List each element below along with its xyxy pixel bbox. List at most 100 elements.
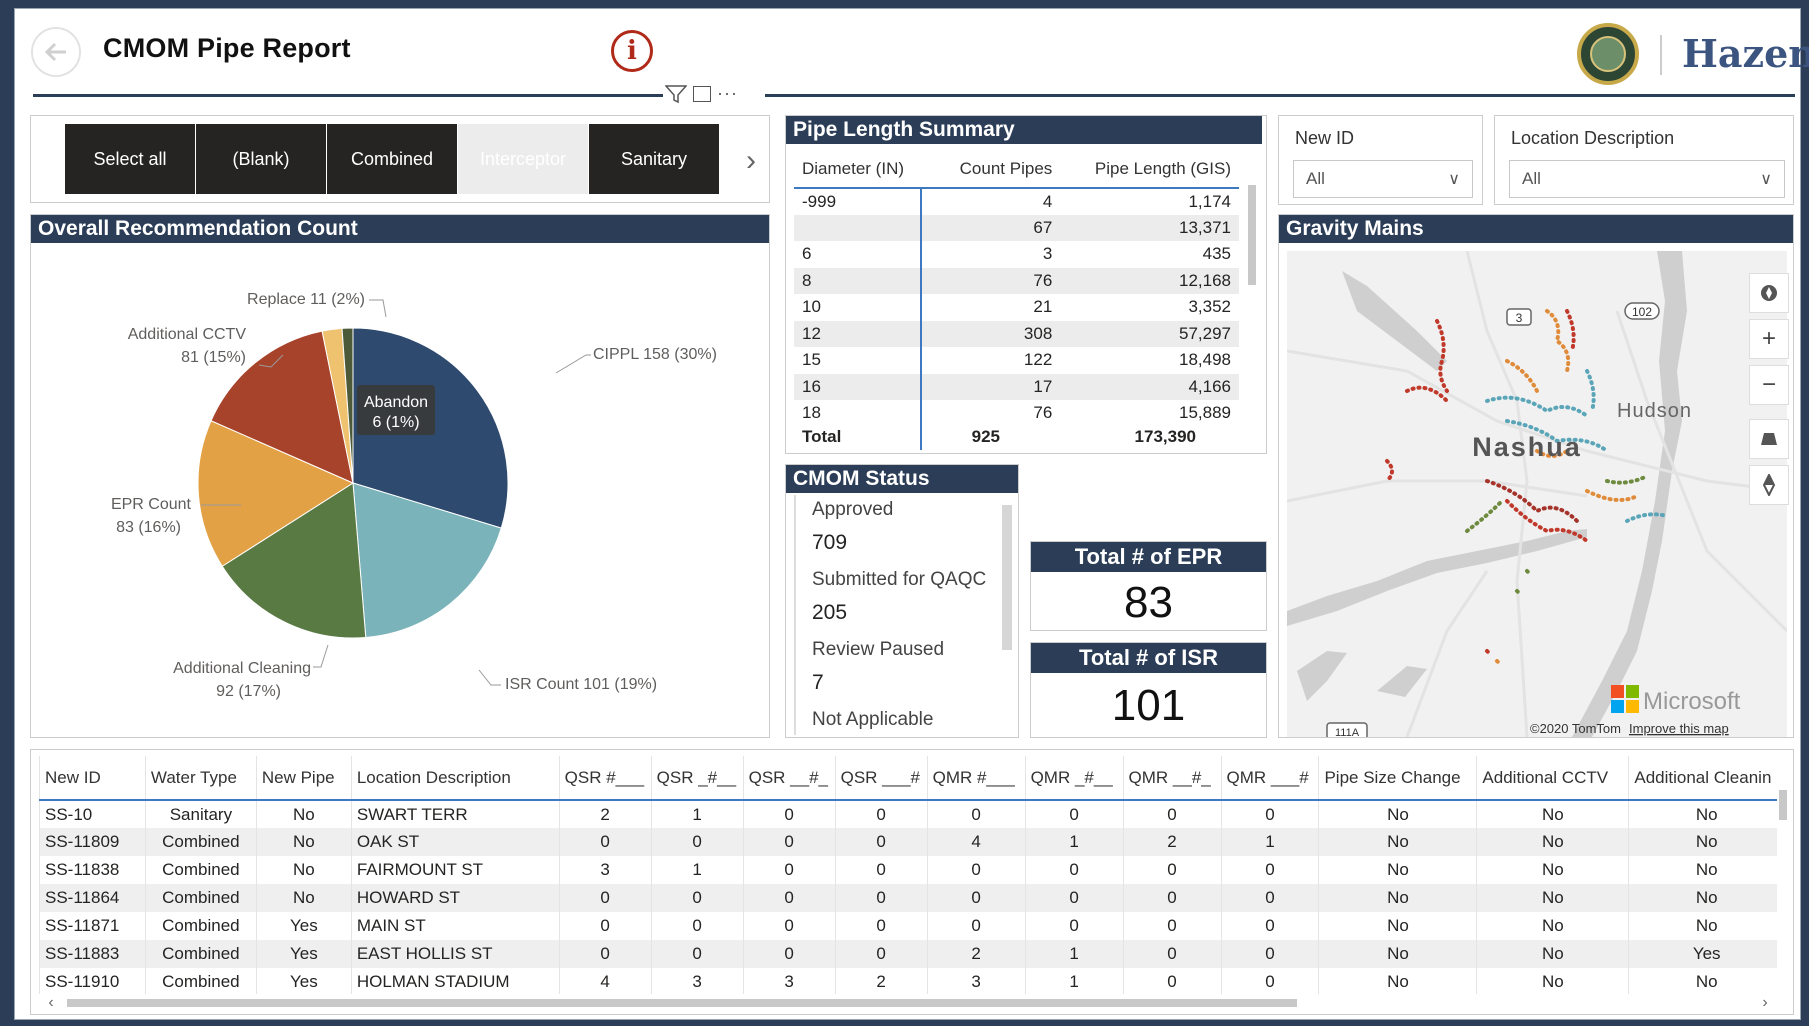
pipe-length-row[interactable]: 18 76 15,889 bbox=[794, 400, 1239, 423]
slicer-option-sanitary[interactable]: Sanitary bbox=[589, 124, 719, 194]
table-cell: 0 bbox=[1122, 856, 1221, 884]
microsoft-wordmark: Microsoft bbox=[1643, 688, 1741, 715]
location-dropdown[interactable]: All ∨ bbox=[1509, 160, 1785, 198]
column-header[interactable]: QMR __#_ bbox=[1122, 756, 1221, 800]
label-cippl: CIPPL 158 (30%) bbox=[593, 346, 717, 363]
table-cell: 2 bbox=[834, 968, 928, 994]
cmom-status-scrollbar[interactable] bbox=[1002, 505, 1012, 650]
pipe-length-row[interactable]: 12 308 57,297 bbox=[794, 320, 1239, 347]
label-epr-1: EPR Count bbox=[111, 496, 192, 513]
column-header[interactable]: New ID bbox=[39, 756, 146, 800]
more-options-icon[interactable]: ··· bbox=[717, 83, 738, 104]
gravity-main-14[interactable] bbox=[1525, 569, 1531, 575]
slicer-option-select-all[interactable]: Select all bbox=[65, 124, 195, 194]
map-zoom-in-button[interactable]: + bbox=[1749, 319, 1789, 359]
pipe-length-row[interactable]: 8 76 12,168 bbox=[794, 267, 1239, 294]
table-cell: 0 bbox=[1220, 968, 1319, 994]
table-row[interactable]: SS-11871 Combined Yes MAIN ST 0 0 0 0 0 0 0 0 No No No bbox=[39, 912, 1777, 940]
scroll-right-chevron-icon[interactable]: › bbox=[1753, 994, 1777, 1012]
map-road-111a: 111A bbox=[1335, 727, 1360, 737]
column-header[interactable]: Water Type bbox=[144, 756, 257, 800]
map-road-3: 3 bbox=[1516, 311, 1523, 325]
gravity-main-16[interactable] bbox=[1485, 649, 1490, 654]
column-header[interactable]: Location Description bbox=[350, 756, 560, 800]
column-header[interactable]: QMR ___# bbox=[1220, 756, 1319, 800]
table-cell: OAK ST bbox=[350, 828, 560, 856]
table-hscroll-thumb[interactable] bbox=[67, 999, 1297, 1007]
table-cell: 0 bbox=[1024, 912, 1124, 940]
scroll-left-chevron-icon[interactable]: ‹ bbox=[39, 994, 63, 1012]
column-header[interactable]: QSR ___# bbox=[834, 756, 928, 800]
map-zoom-out-button[interactable]: − bbox=[1749, 365, 1789, 405]
col-diameter[interactable]: Diameter (IN) bbox=[794, 150, 933, 188]
column-header[interactable]: Additional Cleanin bbox=[1628, 756, 1777, 800]
column-header[interactable]: New Pipe bbox=[255, 756, 352, 800]
status-item-not-applicable[interactable]: Not Applicable bbox=[812, 709, 994, 731]
label-isr: ISR Count 101 (19%) bbox=[505, 676, 657, 693]
slicer-option-blank[interactable]: (Blank) bbox=[196, 124, 326, 194]
table-row[interactable]: SS-11864 Combined No HOWARD ST 0 0 0 0 0 0 0 0 No No N… bbox=[39, 884, 1777, 912]
table-horizontal-scrollbar[interactable]: ‹ › bbox=[39, 994, 1777, 1012]
table-cell: SS-10 bbox=[39, 800, 146, 828]
table-vscroll-thumb[interactable] bbox=[1779, 790, 1787, 820]
table-row[interactable]: SS-11910 Combined Yes HOLMAN STADIUM 4 3 3 2 3 1 0… bbox=[39, 968, 1777, 994]
gravity-main-17[interactable] bbox=[1495, 659, 1500, 664]
table-cell: Combined bbox=[144, 940, 257, 968]
status-item-approved[interactable]: Approved 709 bbox=[812, 499, 994, 555]
table-cell: No bbox=[1476, 912, 1629, 940]
visual-header-icons[interactable]: ··· bbox=[665, 83, 738, 104]
column-header[interactable]: QSR __#_ bbox=[742, 756, 836, 800]
column-header[interactable]: QSR #___ bbox=[558, 756, 652, 800]
table-row[interactable]: SS-10 Sanitary No SWART TERR 2 1 0 0 0 0 0 0 No No No bbox=[39, 800, 1777, 828]
table-cell: No bbox=[1318, 856, 1477, 884]
isr-card: Total # of ISR 101 bbox=[1030, 642, 1267, 738]
pipe-length-scrollbar[interactable] bbox=[1248, 161, 1258, 406]
pipe-length-row[interactable]: 15 122 18,498 bbox=[794, 347, 1239, 374]
pipe-length-scroll-thumb[interactable] bbox=[1248, 185, 1256, 285]
back-button[interactable] bbox=[31, 27, 81, 77]
table-cell: No bbox=[1318, 968, 1477, 994]
map-rotate-button[interactable] bbox=[1749, 465, 1789, 505]
pipe-length-row[interactable]: 10 21 3,352 bbox=[794, 294, 1239, 321]
table-cell: 0 bbox=[742, 828, 836, 856]
table-vertical-scrollbar[interactable] bbox=[1779, 780, 1789, 990]
table-cell: No bbox=[1628, 800, 1777, 828]
info-button[interactable]: i bbox=[611, 30, 653, 72]
label-cctv-1: Additional CCTV bbox=[128, 326, 247, 343]
column-header[interactable]: Additional CCTV bbox=[1476, 756, 1629, 800]
header-rule-left bbox=[33, 94, 663, 97]
column-header[interactable]: Pipe Size Change bbox=[1318, 756, 1477, 800]
table-cell: 0 bbox=[1220, 856, 1319, 884]
col-count-pipes[interactable]: Count Pipes bbox=[933, 150, 1061, 188]
isr-card-title: Total # of ISR bbox=[1031, 643, 1266, 673]
map-tilt-button[interactable] bbox=[1749, 419, 1789, 459]
column-header[interactable]: QMR #___ bbox=[926, 756, 1026, 800]
focus-mode-icon[interactable] bbox=[693, 85, 711, 102]
gravity-main-15[interactable] bbox=[1515, 589, 1520, 594]
filter-icon[interactable] bbox=[665, 84, 687, 104]
slicer-next-chevron-icon[interactable]: › bbox=[746, 144, 756, 178]
pipe-length-row[interactable]: 16 17 4,166 bbox=[794, 373, 1239, 400]
chevron-down-icon: ∨ bbox=[1448, 171, 1460, 188]
slicer-option-combined[interactable]: Combined bbox=[327, 124, 457, 194]
status-item-review-paused[interactable]: Review Paused 7 bbox=[812, 639, 994, 695]
table-row[interactable]: SS-11809 Combined No OAK ST 0 0 0 0 4 1 2 1 No No No bbox=[39, 828, 1777, 856]
pipe-length-row[interactable]: 67 13,371 bbox=[794, 214, 1239, 241]
table-row[interactable]: SS-11883 Combined Yes EAST HOLLIS ST 0 0 0 0 2 1 0… bbox=[39, 940, 1777, 968]
new-id-dropdown[interactable]: All ∨ bbox=[1293, 160, 1473, 198]
pipe-length-row[interactable]: 6 3 435 bbox=[794, 241, 1239, 268]
gravity-mains-map[interactable]: Nashua Hudson 3 102 111A Microsoft ©2020… bbox=[1287, 251, 1787, 737]
slicer-option-interceptor[interactable]: Interceptor bbox=[458, 124, 588, 194]
recommendation-panel: Overall Recommendation Count CIPPL 158 (… bbox=[30, 214, 770, 738]
table-cell: No bbox=[1318, 912, 1477, 940]
column-header[interactable]: QSR _#__ bbox=[650, 756, 744, 800]
column-header[interactable]: QMR _#__ bbox=[1024, 756, 1124, 800]
pipe-length-row[interactable]: -999 4 1,174 bbox=[794, 188, 1239, 215]
map-compass-control[interactable] bbox=[1749, 273, 1789, 313]
status-item-submitted[interactable]: Submitted for QAQC 205 bbox=[812, 569, 994, 625]
table-cell: SS-11883 bbox=[39, 940, 146, 968]
table-row[interactable]: SS-11838 Combined No FAIRMOUNT ST 3 1 0 0 0 0 0 0 No… bbox=[39, 856, 1777, 884]
improve-map-link[interactable]: Improve this map bbox=[1629, 721, 1729, 736]
table-cell: No bbox=[1476, 800, 1629, 828]
col-pipe-length[interactable]: Pipe Length (GIS) bbox=[1060, 150, 1239, 188]
